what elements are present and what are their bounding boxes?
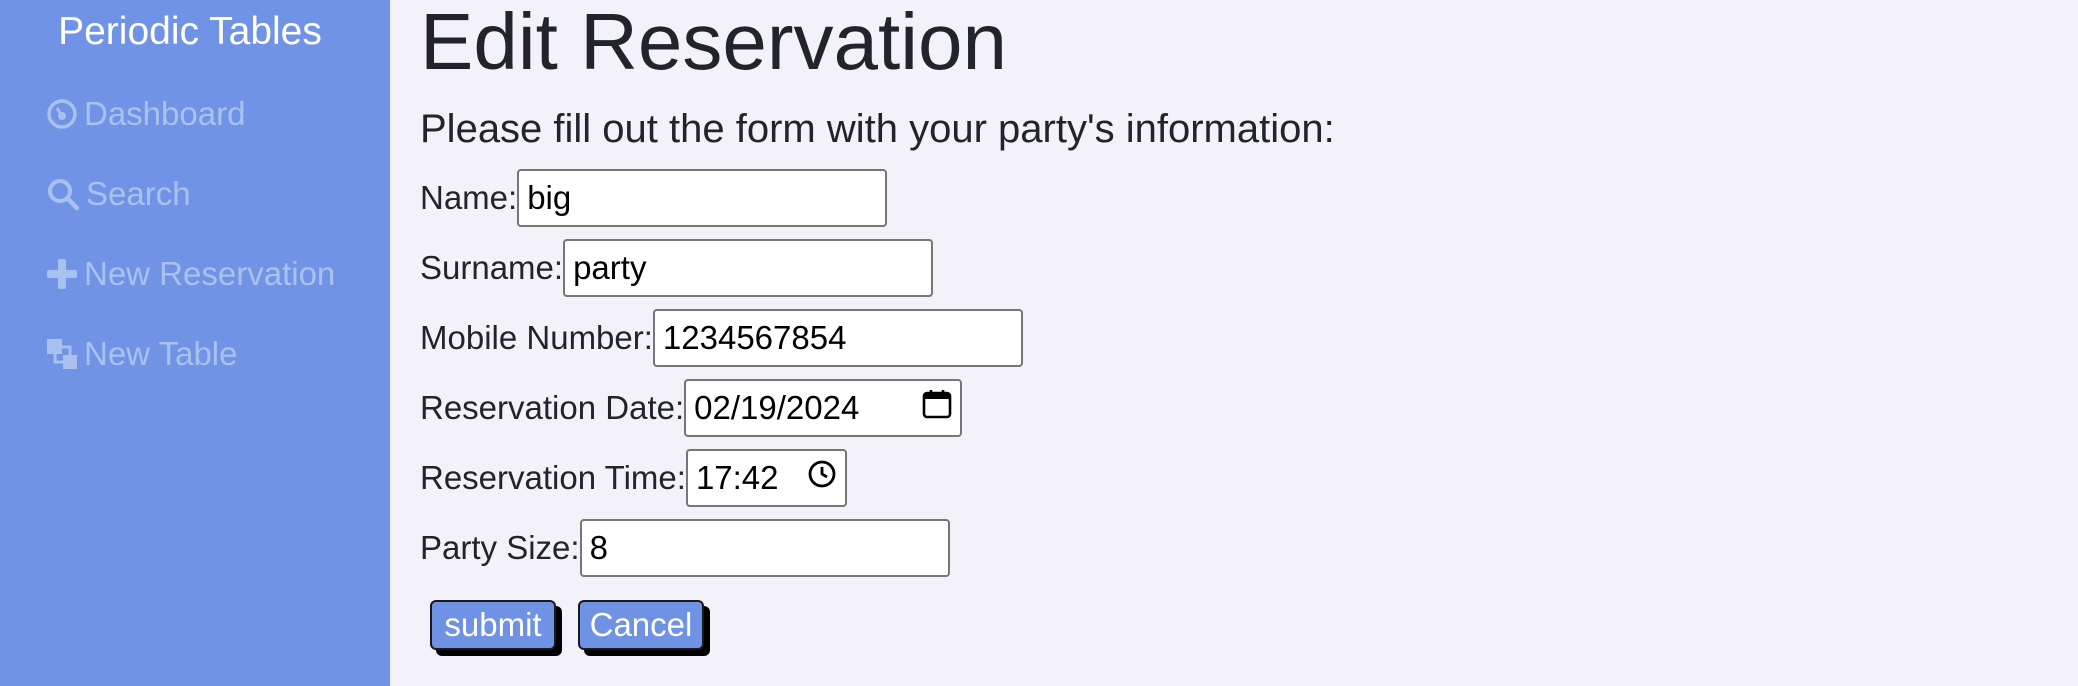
reservation-time-input[interactable]: 17:42 <box>685 449 847 507</box>
submit-button[interactable]: submit <box>430 600 556 650</box>
sidebar-item-dashboard[interactable]: Dashboard <box>46 92 245 136</box>
name-input[interactable]: big <box>517 169 888 227</box>
sidebar-item-new-table[interactable]: New Table <box>46 332 237 376</box>
mobile-row: Mobile Number: 1234567854 <box>420 309 1023 367</box>
party-size-input[interactable]: 8 <box>579 519 950 577</box>
mobile-value: 1234567854 <box>662 319 847 356</box>
mobile-label: Mobile Number: <box>420 319 653 356</box>
clock-icon[interactable] <box>807 459 837 497</box>
surname-row: Surname: party <box>420 239 934 297</box>
sidebar-item-search[interactable]: Search <box>46 172 191 216</box>
plus-icon <box>46 258 84 290</box>
sidebar: Periodic Tables Dashboard Search New Res… <box>0 0 390 686</box>
date-row: Reservation Date: 02/19/2024 <box>420 379 963 437</box>
sidebar-item-label: New Reservation <box>84 255 336 292</box>
name-row: Name: big <box>420 169 888 227</box>
name-value: big <box>527 179 572 216</box>
search-icon <box>46 177 86 211</box>
sidebar-item-label: Dashboard <box>84 95 246 132</box>
date-label: Reservation Date: <box>420 389 685 426</box>
surname-value: party <box>573 249 647 286</box>
new-table-icon <box>46 338 84 370</box>
cancel-button[interactable]: Cancel <box>578 600 704 650</box>
date-value: 02/19/2024 <box>694 389 860 426</box>
brand-title[interactable]: Periodic Tables <box>0 8 380 56</box>
party-size-value: 8 <box>589 529 608 566</box>
surname-input[interactable]: party <box>563 239 934 297</box>
name-label: Name: <box>420 179 518 216</box>
sidebar-item-label: New Table <box>84 335 238 372</box>
surname-label: Surname: <box>420 249 564 286</box>
page-title: Edit Reservation <box>420 0 1007 86</box>
party-size-row: Party Size: 8 <box>420 519 950 577</box>
time-label: Reservation Time: <box>420 459 686 496</box>
time-row: Reservation Time: 17:42 <box>420 449 847 507</box>
sidebar-item-new-reservation[interactable]: New Reservation <box>46 252 335 296</box>
form-instructions: Please fill out the form with your party… <box>420 107 1335 151</box>
dashboard-icon <box>46 98 84 130</box>
reservation-date-input[interactable]: 02/19/2024 <box>684 379 963 437</box>
calendar-icon[interactable] <box>922 389 952 427</box>
time-value: 17:42 <box>695 459 779 496</box>
sidebar-item-label: Search <box>86 175 191 212</box>
mobile-number-input[interactable]: 1234567854 <box>652 309 1023 367</box>
party-size-label: Party Size: <box>420 529 580 566</box>
